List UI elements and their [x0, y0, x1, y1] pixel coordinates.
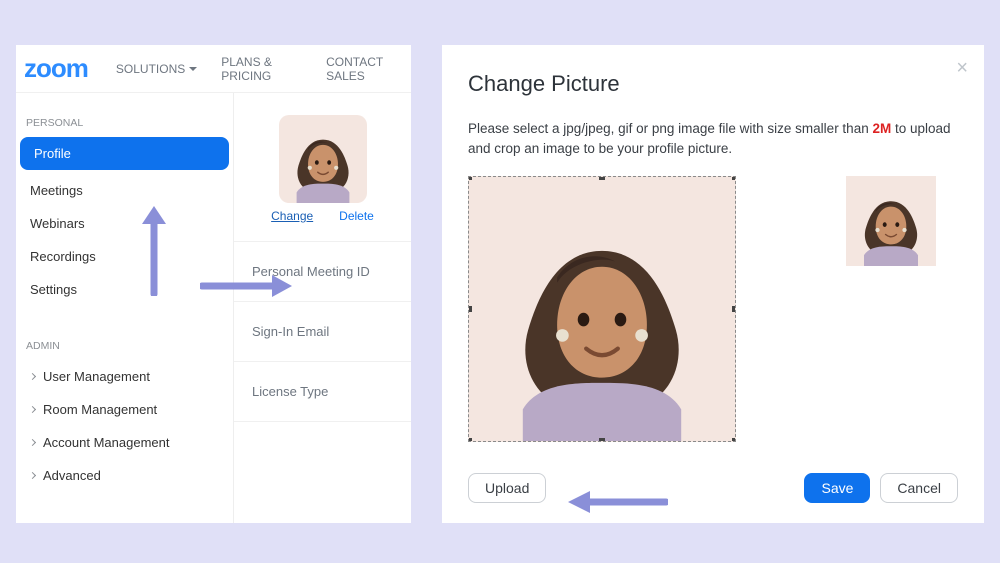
chevron-right-icon: [29, 439, 36, 446]
sidebar-item-label: Advanced: [43, 468, 101, 483]
logo: zoom: [24, 53, 88, 84]
caret-down-icon: [189, 67, 197, 71]
nav-plans[interactable]: PLANS & PRICING: [221, 55, 302, 83]
sidebar-item-webinars[interactable]: Webinars: [16, 207, 233, 240]
annotation-arrow-right: [200, 272, 292, 300]
resize-handle[interactable]: [599, 176, 605, 180]
resize-handle[interactable]: [732, 306, 736, 312]
change-picture-modal: × Change Picture Please select a jpg/jpe…: [442, 45, 984, 523]
desc-pre: Please select a jpg/jpeg, gif or png ima…: [468, 121, 872, 136]
delete-link[interactable]: Delete: [339, 209, 374, 223]
size-limit: 2M: [872, 121, 891, 136]
cancel-button[interactable]: Cancel: [880, 473, 958, 503]
sidebar-section-personal: PERSONAL: [16, 111, 233, 137]
sidebar-item-label: Room Management: [43, 402, 157, 417]
avatar: [279, 115, 367, 203]
crop-area[interactable]: [468, 176, 736, 442]
preview-image: [846, 176, 936, 266]
sidebar-item-account-management[interactable]: Account Management: [16, 426, 233, 459]
sidebar-item-recordings[interactable]: Recordings: [16, 240, 233, 273]
nav-solutions-label: SOLUTIONS: [116, 62, 185, 76]
resize-handle[interactable]: [468, 176, 472, 180]
modal-title: Change Picture: [468, 71, 958, 97]
chevron-right-icon: [29, 406, 36, 413]
sidebar-section-admin: ADMIN: [16, 334, 233, 360]
resize-handle[interactable]: [732, 438, 736, 442]
change-link[interactable]: Change: [271, 209, 313, 223]
chevron-right-icon: [29, 373, 36, 380]
annotation-arrow-up: [140, 206, 168, 296]
sidebar-item-advanced[interactable]: Advanced: [16, 459, 233, 492]
sidebar-item-room-management[interactable]: Room Management: [16, 393, 233, 426]
sidebar-item-profile[interactable]: Profile: [20, 137, 229, 170]
upload-button[interactable]: Upload: [468, 473, 546, 503]
crop-image: [469, 177, 735, 441]
avatar-image: [279, 115, 367, 203]
sidebar-item-label: User Management: [43, 369, 150, 384]
sidebar: PERSONAL Profile Meetings Webinars Recor…: [16, 93, 234, 523]
profile-content: Change Delete Personal Meeting ID Sign-I…: [234, 93, 411, 523]
save-button[interactable]: Save: [804, 473, 870, 503]
nav-solutions[interactable]: SOLUTIONS: [116, 62, 197, 76]
sidebar-item-meetings[interactable]: Meetings: [16, 174, 233, 207]
profile-row-signin-email: Sign-In Email: [234, 302, 411, 362]
preview-thumbnail: [846, 176, 936, 266]
chevron-right-icon: [29, 472, 36, 479]
modal-description: Please select a jpg/jpeg, gif or png ima…: [468, 119, 958, 160]
annotation-arrow-left: [568, 488, 668, 516]
nav-contact[interactable]: CONTACT SALES: [326, 55, 403, 83]
resize-handle[interactable]: [599, 438, 605, 442]
resize-handle[interactable]: [732, 176, 736, 180]
resize-handle[interactable]: [468, 306, 472, 312]
profile-row-license: License Type: [234, 362, 411, 422]
sidebar-item-user-management[interactable]: User Management: [16, 360, 233, 393]
close-icon[interactable]: ×: [956, 57, 968, 80]
topbar: zoom SOLUTIONS PLANS & PRICING CONTACT S…: [16, 45, 411, 93]
sidebar-item-label: Account Management: [43, 435, 169, 450]
resize-handle[interactable]: [468, 438, 472, 442]
avatar-block: Change Delete: [234, 115, 411, 242]
